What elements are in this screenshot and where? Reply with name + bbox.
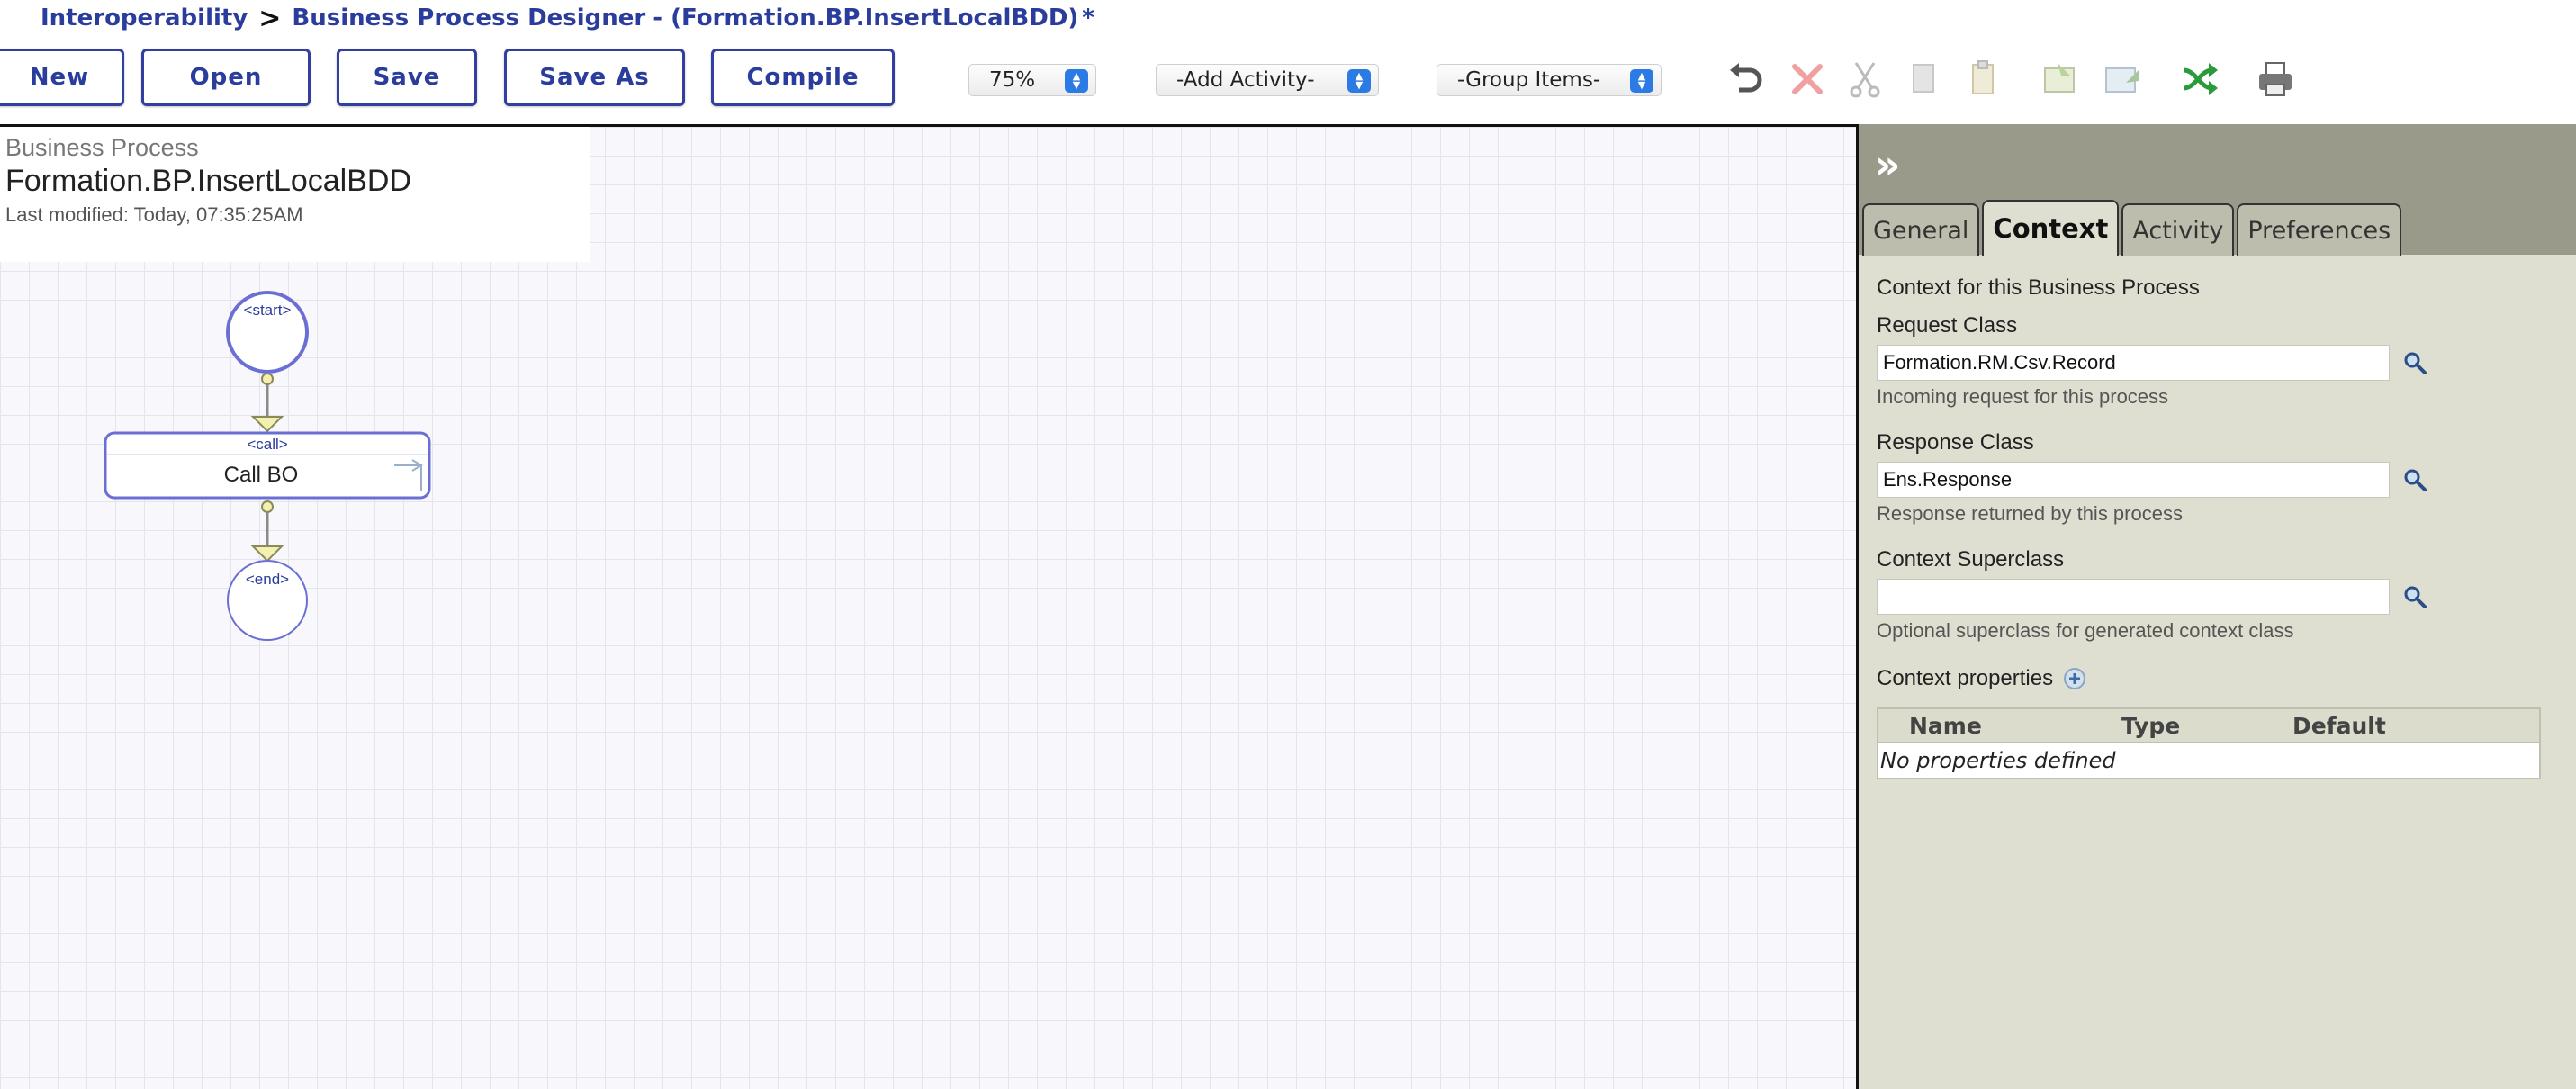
context-superclass-hint: Optional superclass for generated contex… bbox=[1877, 619, 2294, 642]
delete-icon[interactable] bbox=[1786, 58, 1829, 101]
copy-icon[interactable] bbox=[1903, 58, 1946, 101]
context-superclass-label: Context Superclass bbox=[1877, 547, 2065, 572]
breadcrumb: Interoperability > Business Process Desi… bbox=[41, 2, 1094, 34]
context-form: Context for this Business Process Reques… bbox=[1877, 268, 2561, 779]
context-superclass-input[interactable] bbox=[1877, 579, 2390, 615]
tab-general[interactable]: General bbox=[1862, 203, 1980, 256]
add-activity-value: -Add Activity- bbox=[1176, 68, 1315, 92]
export-icon[interactable] bbox=[2101, 58, 2144, 101]
panel-heading: Context for this Business Process bbox=[1877, 275, 2200, 300]
group-items-value: -Group Items- bbox=[1457, 68, 1601, 92]
table-header: Name Type Default bbox=[1878, 709, 2539, 743]
diagram-canvas[interactable]: Business Process Formation.BP.InsertLoca… bbox=[0, 124, 1856, 1089]
empty-message: No properties defined bbox=[1880, 748, 2116, 773]
process-diagram: <start> <call> Call BO <end> bbox=[104, 291, 431, 641]
save-button[interactable]: Save bbox=[337, 49, 477, 106]
breadcrumb-separator: > bbox=[258, 2, 282, 34]
paste-icon[interactable] bbox=[1962, 58, 2005, 101]
undo-icon[interactable] bbox=[1725, 58, 1768, 101]
start-node[interactable]: <start> bbox=[226, 291, 309, 374]
search-icon[interactable] bbox=[2402, 467, 2427, 492]
start-node-label: <start> bbox=[244, 302, 292, 319]
import-icon[interactable] bbox=[2040, 58, 2083, 101]
context-properties-label: Context properties bbox=[1877, 666, 2054, 690]
call-node-name: Call BO bbox=[224, 463, 299, 487]
select-arrows-icon: ▲ ▼ bbox=[1347, 69, 1371, 93]
print-icon[interactable] bbox=[2254, 58, 2297, 101]
tab-activity[interactable]: Activity bbox=[2121, 203, 2235, 256]
breadcrumb-page-link[interactable]: Business Process Designer bbox=[292, 4, 645, 32]
column-header-type: Type bbox=[2121, 712, 2181, 739]
connector-call-end[interactable] bbox=[250, 500, 284, 562]
tab-preferences[interactable]: Preferences bbox=[2237, 203, 2402, 256]
request-class-input[interactable]: Formation.RM.Csv.Record bbox=[1877, 345, 2390, 381]
call-node-type: <call> bbox=[247, 436, 287, 453]
business-process-designer: Interoperability > Business Process Desi… bbox=[0, 0, 2576, 1089]
request-class-hint: Incoming request for this process bbox=[1877, 385, 2169, 408]
zoom-select[interactable]: 75% ▲ ▼ bbox=[968, 64, 1096, 96]
shuffle-icon[interactable] bbox=[2178, 58, 2221, 101]
panel-header: » General Context Activity Preferences bbox=[1859, 124, 2576, 256]
end-node-label: <end> bbox=[246, 571, 289, 588]
response-class-label: Response Class bbox=[1877, 430, 2034, 454]
request-class-label: Request Class bbox=[1877, 313, 2018, 338]
context-properties-table: Name Type Default No properties defined bbox=[1877, 707, 2541, 779]
search-icon[interactable] bbox=[2402, 350, 2427, 375]
select-arrows-icon: ▲ ▼ bbox=[1630, 69, 1653, 93]
unsaved-marker: * bbox=[1082, 4, 1094, 32]
cut-icon[interactable] bbox=[1843, 58, 1887, 101]
search-icon[interactable] bbox=[2402, 584, 2427, 609]
call-node[interactable]: <call> Call BO bbox=[104, 431, 431, 500]
column-header-name: Name bbox=[1909, 712, 1982, 739]
tab-context[interactable]: Context bbox=[1982, 200, 2120, 256]
new-button[interactable]: New bbox=[0, 49, 124, 106]
zoom-value: 75% bbox=[989, 68, 1036, 92]
save-as-button[interactable]: Save As bbox=[504, 49, 685, 106]
column-header-default: Default bbox=[2292, 712, 2386, 739]
response-class-hint: Response returned by this process bbox=[1877, 502, 2183, 525]
properties-panel: » General Context Activity Preferences C… bbox=[1856, 124, 2576, 1089]
response-class-input[interactable]: Ens.Response bbox=[1877, 462, 2390, 498]
open-button[interactable]: Open bbox=[141, 49, 311, 106]
end-node[interactable]: <end> bbox=[227, 560, 308, 641]
add-property-icon[interactable] bbox=[2062, 666, 2087, 691]
group-items-select[interactable]: -Group Items- ▲ ▼ bbox=[1437, 64, 1662, 96]
select-arrows-icon: ▲ ▼ bbox=[1065, 69, 1088, 93]
panel-tabs: General Context Activity Preferences bbox=[1862, 200, 2404, 256]
connector-start-call[interactable] bbox=[250, 373, 284, 433]
compile-button[interactable]: Compile bbox=[711, 49, 895, 106]
page-title: - (Formation.BP.InsertLocalBDD) bbox=[653, 4, 1079, 32]
breadcrumb-interoperability-link[interactable]: Interoperability bbox=[41, 4, 248, 32]
add-activity-select[interactable]: -Add Activity- ▲ ▼ bbox=[1156, 64, 1379, 96]
collapse-panel-icon[interactable]: » bbox=[1875, 146, 1914, 185]
